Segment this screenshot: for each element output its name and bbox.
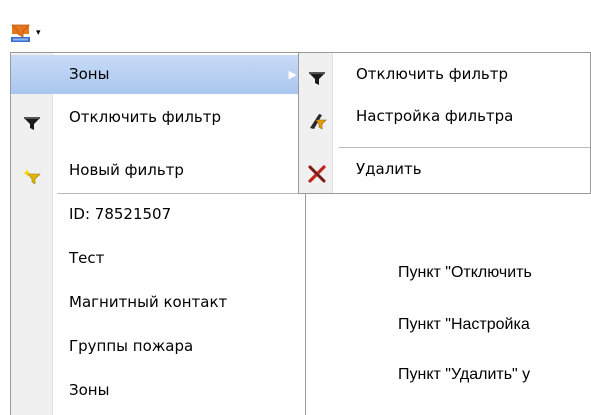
submenu-item-label: Удалить — [356, 160, 422, 178]
new-filter-icon — [23, 162, 41, 185]
menu-item-label: Отключить фильтр — [69, 108, 222, 126]
submenu-separator — [339, 147, 590, 148]
menu-item-filter-zones[interactable]: Зоны — [11, 371, 305, 410]
funnel-icon — [307, 65, 327, 85]
doc-text-line: Пункт "Удалить" у — [398, 366, 531, 383]
menu-item-label: Тест — [69, 249, 105, 267]
menu-item-filter-magnetic-contact[interactable]: Магнитный контакт — [11, 283, 305, 322]
menu-separator — [57, 193, 305, 194]
menu-item-disable-filter[interactable]: Отключить фильтр — [11, 98, 305, 137]
menu-item-filter-fire-groups[interactable]: Группы пожара — [11, 327, 305, 366]
submenu-item-label: Отключить фильтр — [356, 65, 509, 83]
chevron-down-icon[interactable]: ▾ — [36, 28, 41, 38]
submenu-item-label: Настройка фильтра — [356, 107, 514, 125]
submenu-item-disable-filter[interactable]: Отключить фильтр — [299, 55, 590, 94]
menu-item-label: Зоны — [69, 65, 110, 83]
funnel-icon — [23, 109, 41, 130]
filter-settings-icon — [307, 107, 327, 130]
filter-menu: Зоны ▶ Отключить фильтр Новый фильтр ID:… — [10, 52, 306, 415]
submenu-item-delete[interactable]: Удалить — [299, 150, 590, 189]
menu-item-label: Магнитный контакт — [69, 293, 228, 311]
menu-item-label: Новый фильтр — [69, 161, 184, 179]
menu-item-new-filter[interactable]: Новый фильтр — [11, 151, 305, 190]
submenu-arrow-icon: ▶ — [288, 68, 297, 81]
menu-item-label: Зоны — [69, 381, 110, 399]
menu-item-label: ID: 78521507 — [69, 205, 172, 223]
delete-x-icon — [307, 160, 327, 183]
menu-item-filter-id[interactable]: ID: 78521507 — [11, 195, 305, 234]
filter-toolbar-button[interactable]: ▾ — [8, 19, 52, 45]
menu-item-label: Группы пожара — [69, 337, 194, 355]
filter-dropdown-icon — [11, 23, 31, 43]
doc-text-line: Пункт "Отключить — [398, 264, 532, 281]
menu-item-filter-test[interactable]: Тест — [11, 239, 305, 278]
submenu-item-filter-settings[interactable]: Настройка фильтра — [299, 97, 590, 136]
doc-text-line: Пункт "Настройка — [398, 316, 530, 333]
zones-submenu: Отключить фильтр Настройка фильтра Удали… — [298, 52, 591, 194]
menu-item-zones-submenu[interactable]: Зоны ▶ — [11, 55, 305, 94]
